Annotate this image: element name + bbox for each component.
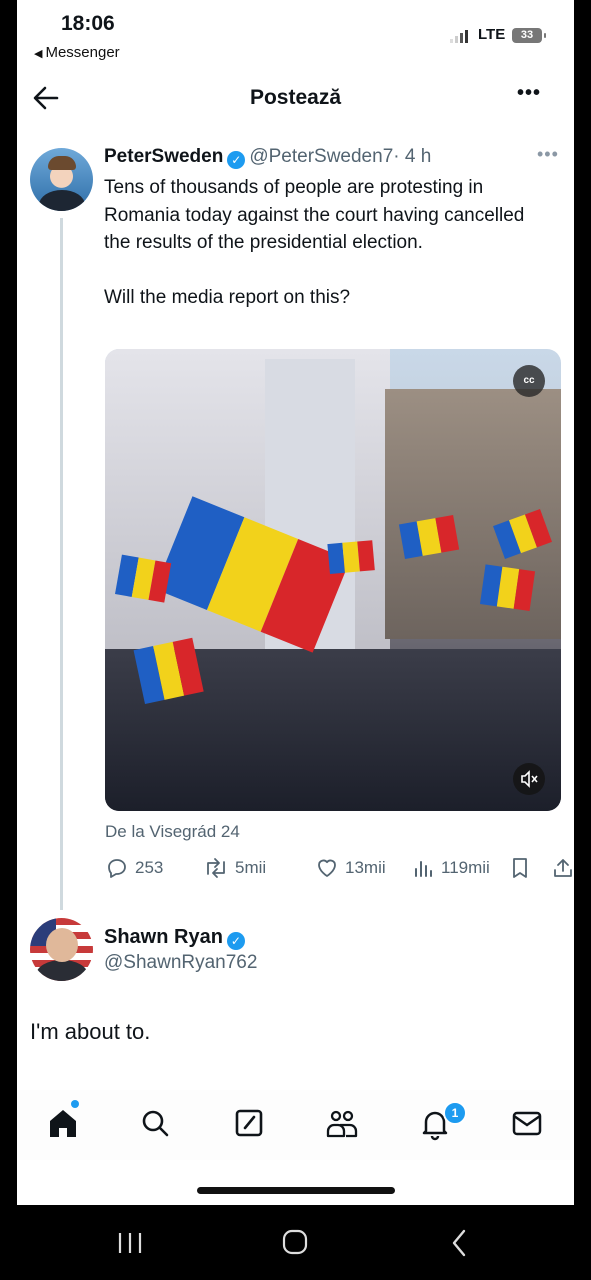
reply-text: I'm about to. (30, 1019, 151, 1044)
views-button[interactable]: 119mii (413, 856, 490, 880)
status-time: 18:06 (61, 12, 115, 35)
notifications-badge: 1 (443, 1101, 467, 1125)
bookmark-button[interactable] (509, 856, 531, 880)
tweet-video[interactable]: cc (105, 349, 561, 811)
speaker-muted-icon (521, 770, 538, 788)
reply-author-name[interactable]: Shawn Ryan (104, 926, 223, 948)
reply-author-row: Shawn Ryan ✓ (104, 926, 249, 950)
verified-icon: ✓ (226, 932, 245, 950)
avatar[interactable] (30, 918, 93, 981)
like-button[interactable]: 13mii (315, 856, 386, 880)
like-count: 13mii (345, 858, 386, 877)
avatar[interactable] (30, 148, 93, 211)
reply-count: 253 (135, 858, 164, 877)
captions-button[interactable]: cc (513, 365, 545, 397)
retweet-count: 5mii (235, 858, 267, 877)
flag-image (327, 540, 375, 574)
author-name[interactable]: PeterSweden (104, 146, 223, 167)
status-bar: 18:06 ◀ Messenger LTE 33 (17, 0, 574, 70)
recent-apps-icon[interactable] (110, 1225, 150, 1261)
reply-author-handle[interactable]: @ShawnRyan762 (104, 952, 257, 974)
home-icon[interactable] (43, 1103, 83, 1143)
home-button-icon[interactable] (275, 1225, 315, 1261)
home-indicator[interactable] (197, 1187, 395, 1194)
more-options-icon[interactable]: ••• (517, 82, 541, 105)
tweet-time: · 4 h (393, 146, 432, 167)
back-triangle-icon: ◀ (34, 48, 43, 60)
back-button-icon[interactable] (440, 1225, 480, 1261)
tweet-author-row: PeterSweden ✓ @PeterSweden7· 4 h (104, 146, 431, 169)
search-icon[interactable] (135, 1103, 175, 1143)
share-button[interactable] (551, 856, 574, 880)
tweet-paragraph: Will the media report on this? (104, 287, 351, 308)
bookmark-icon (513, 858, 527, 878)
flag-image (480, 564, 536, 611)
reply-icon (108, 859, 126, 878)
author-handle[interactable]: @PeterSweden7 (249, 146, 393, 167)
views-chart-icon (415, 861, 432, 877)
avatar-body (36, 960, 88, 981)
system-navigation-bar (0, 1205, 591, 1280)
post-header: Postează ••• (17, 74, 574, 124)
bottom-tab-bar (17, 1090, 574, 1160)
battery-icon: 33 (512, 28, 546, 43)
share-icon (554, 859, 572, 877)
mute-button[interactable] (513, 763, 545, 795)
signal-icon (450, 30, 468, 43)
verified-icon: ✓ (227, 151, 246, 169)
page-title: Postează (249, 86, 342, 109)
tweet-paragraph: Tens of thousands of people are protesti… (104, 177, 525, 253)
tweet-actions: 253 5mii 13mii 119mii (105, 856, 572, 886)
heart-icon (318, 859, 336, 877)
messages-icon[interactable] (507, 1103, 547, 1143)
flag-image (115, 554, 172, 603)
screen: 18:06 ◀ Messenger LTE 33 Postează ••• Pet… (17, 0, 574, 1205)
tweet-text: Tens of thousands of people are protesti… (104, 174, 554, 339)
reply-button[interactable]: 253 (105, 856, 163, 880)
avatar-face (46, 928, 78, 962)
compose-icon[interactable] (229, 1103, 269, 1143)
back-app-label: Messenger (45, 44, 120, 61)
network-label: LTE (478, 26, 506, 43)
media-source-label[interactable]: De la Visegrád 24 (105, 822, 240, 842)
communities-icon[interactable] (322, 1103, 362, 1143)
home-unread-dot (71, 1100, 79, 1108)
views-count: 119mii (441, 858, 490, 877)
tweet-more-icon[interactable]: ••• (537, 144, 559, 165)
retweet-button[interactable]: 5mii (203, 856, 266, 880)
back-to-app-link[interactable]: ◀ Messenger (34, 44, 120, 61)
thread-line (60, 218, 63, 910)
retweet-icon (207, 858, 225, 878)
